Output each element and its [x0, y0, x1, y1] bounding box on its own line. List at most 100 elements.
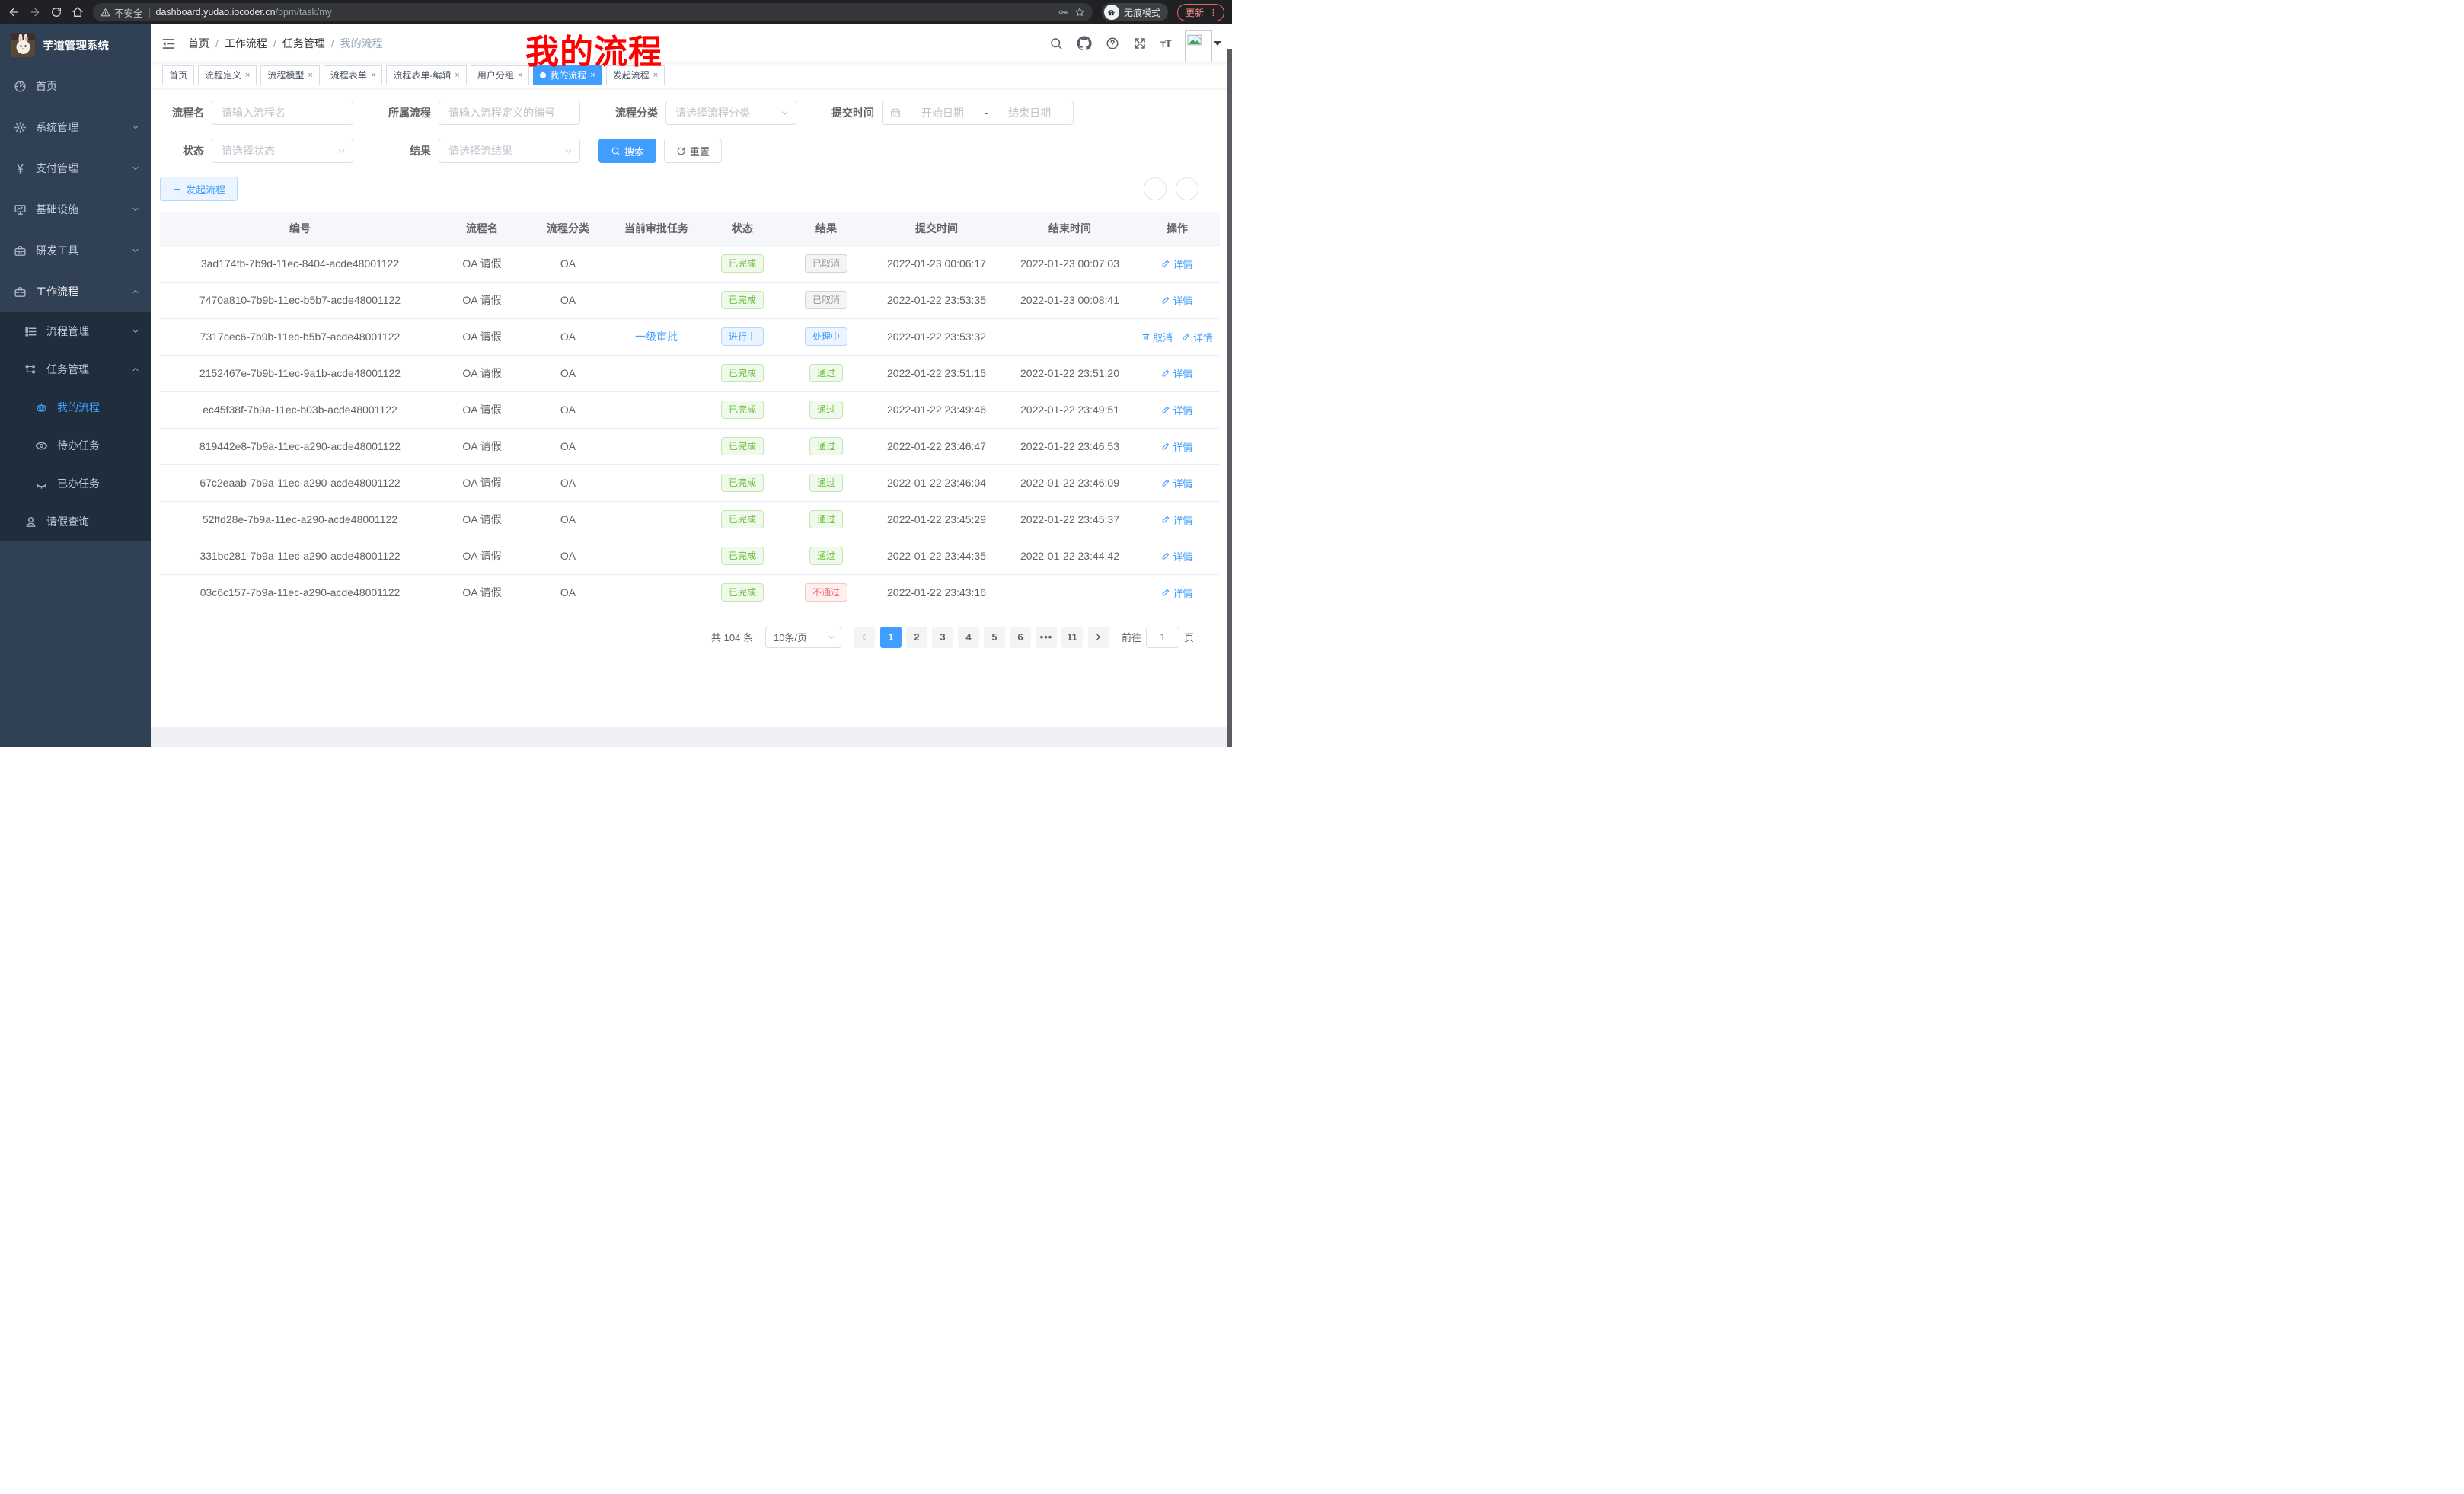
detail-link[interactable]: 详情: [1161, 476, 1192, 490]
submit-time-range[interactable]: 开始日期 - 结束日期: [882, 101, 1074, 125]
tab-home[interactable]: 首页: [162, 65, 194, 85]
breadcrumb-item[interactable]: 工作流程: [225, 36, 267, 51]
detail-link[interactable]: 详情: [1161, 439, 1192, 454]
back-icon[interactable]: [8, 6, 20, 18]
more-vertical-icon[interactable]: [1208, 8, 1218, 18]
avatar[interactable]: [1185, 30, 1212, 62]
cell-result: 通过: [784, 538, 868, 574]
close-icon[interactable]: ×: [455, 71, 459, 80]
tab-process-form[interactable]: 流程表单×: [324, 65, 382, 85]
tab-process-model[interactable]: 流程模型 ×: [260, 65, 319, 85]
prev-page-icon[interactable]: [854, 627, 875, 648]
detail-link[interactable]: 详情: [1161, 586, 1192, 600]
page-button-3[interactable]: 3: [932, 627, 953, 648]
tab-user-group[interactable]: 用户分组×: [471, 65, 529, 85]
page-button-1[interactable]: 1: [880, 627, 902, 648]
magnifier-icon: [611, 146, 621, 156]
breadcrumb-separator: /: [215, 37, 219, 49]
page-button-6[interactable]: 6: [1010, 627, 1031, 648]
close-icon[interactable]: ×: [590, 71, 595, 80]
parent-process-input[interactable]: [439, 101, 580, 125]
page-button-4[interactable]: 4: [958, 627, 979, 648]
chevron-down-icon: [131, 205, 140, 214]
detail-link[interactable]: 详情: [1161, 549, 1192, 563]
sidebar-item-process-mgmt[interactable]: 流程管理: [0, 312, 151, 350]
sidebar-item-task-mgmt[interactable]: 任务管理: [0, 350, 151, 388]
search-button[interactable]: 搜索: [598, 139, 656, 163]
close-icon[interactable]: ×: [245, 71, 250, 80]
address-bar[interactable]: 不安全 dashboard.yudao.iocoder.cn/bpm/task/…: [93, 3, 1093, 21]
sidebar-item-my-process[interactable]: 我的流程: [0, 388, 151, 426]
page-size-select[interactable]: 10条/页: [765, 627, 841, 648]
cell-status: 已完成: [701, 391, 784, 428]
sidebar-item-infrastructure[interactable]: 基础设施: [0, 189, 151, 230]
tab-process-definition[interactable]: 流程定义 ×: [198, 65, 257, 85]
detail-link[interactable]: 详情: [1161, 366, 1192, 381]
search-icon[interactable]: [1049, 37, 1063, 50]
pager-more-button[interactable]: •••: [1036, 627, 1057, 648]
status-select[interactable]: 请选择状态: [212, 139, 353, 163]
current-task-link[interactable]: 一级审批: [635, 330, 678, 343]
github-icon[interactable]: [1077, 36, 1092, 51]
detail-link[interactable]: 详情: [1161, 512, 1192, 527]
fullscreen-icon[interactable]: [1133, 37, 1147, 50]
app-logo-row[interactable]: 芋道管理系统: [0, 24, 151, 65]
cancel-link[interactable]: 取消: [1141, 330, 1173, 344]
table-refresh-icon[interactable]: [1176, 177, 1198, 200]
home-icon[interactable]: [72, 6, 84, 18]
detail-link[interactable]: 详情: [1161, 403, 1192, 417]
page-button-11[interactable]: 11: [1061, 627, 1083, 648]
page-button-2[interactable]: 2: [906, 627, 927, 648]
sidebar: 芋道管理系统 首页系统管理支付管理基础设施研发工具工作流程流程管理任务管理我的流…: [0, 24, 151, 747]
reload-icon[interactable]: [50, 6, 62, 18]
sidebar-item-done-tasks[interactable]: 已办任务: [0, 464, 151, 503]
reset-button[interactable]: 重置: [664, 139, 722, 163]
tab-start-process[interactable]: 发起流程×: [606, 65, 665, 85]
next-page-icon[interactable]: [1088, 627, 1109, 648]
cell-result: 通过: [784, 391, 868, 428]
forward-icon[interactable]: [29, 6, 41, 18]
sidebar-item-dev-tools[interactable]: 研发工具: [0, 230, 151, 271]
table-search-toggle-icon[interactable]: [1144, 177, 1167, 200]
sidebar-item-home[interactable]: 首页: [0, 65, 151, 107]
process-name-input[interactable]: [212, 101, 353, 125]
hamburger-icon[interactable]: [161, 37, 176, 51]
breadcrumb-item[interactable]: 任务管理: [282, 36, 325, 51]
close-icon[interactable]: ×: [518, 71, 522, 80]
detail-link[interactable]: 详情: [1161, 257, 1192, 271]
sidebar-item-workflow[interactable]: 工作流程: [0, 271, 151, 312]
tab-my-process[interactable]: 我的流程×: [533, 65, 602, 85]
cell-end-time: 2022-01-22 23:51:20: [1005, 355, 1135, 391]
start-process-button[interactable]: 发起流程: [160, 177, 238, 201]
tab-label: 流程定义: [205, 69, 241, 81]
cell-actions: 详情: [1135, 282, 1220, 318]
tab-process-form-edit[interactable]: 流程表单-编辑×: [386, 65, 466, 85]
star-icon[interactable]: [1074, 7, 1085, 18]
detail-link[interactable]: 详情: [1182, 330, 1213, 344]
action-label: 详情: [1173, 257, 1192, 271]
breadcrumb-item[interactable]: 首页: [188, 36, 209, 51]
category-select[interactable]: 请选择流程分类: [665, 101, 796, 125]
browser-update-button[interactable]: 更新: [1177, 4, 1224, 21]
close-icon[interactable]: ×: [653, 71, 658, 80]
result-select[interactable]: 请选择流结果: [439, 139, 580, 163]
cell-current-task: 一级审批: [612, 318, 701, 355]
close-icon[interactable]: ×: [308, 71, 312, 80]
caret-down-icon[interactable]: [1214, 41, 1221, 46]
font-size-icon[interactable]: TT: [1160, 37, 1171, 50]
sidebar-item-leave-query[interactable]: 请假查询: [0, 503, 151, 541]
sidebar-item-payment[interactable]: 支付管理: [0, 148, 151, 189]
cell-status: 已完成: [701, 538, 784, 574]
jump-page-input[interactable]: [1146, 627, 1179, 648]
sidebar-item-system[interactable]: 系统管理: [0, 107, 151, 148]
cell-current-task: [612, 538, 701, 574]
key-icon[interactable]: [1058, 7, 1068, 18]
browser-scrollbar[interactable]: [1227, 49, 1232, 747]
cell-end-time: 2022-01-23 00:07:03: [1005, 245, 1135, 282]
page-button-5[interactable]: 5: [984, 627, 1005, 648]
help-icon[interactable]: [1106, 37, 1119, 50]
tab-label: 流程模型: [267, 69, 304, 81]
sidebar-item-todo-tasks[interactable]: 待办任务: [0, 426, 151, 464]
close-icon[interactable]: ×: [371, 71, 375, 80]
detail-link[interactable]: 详情: [1161, 293, 1192, 308]
